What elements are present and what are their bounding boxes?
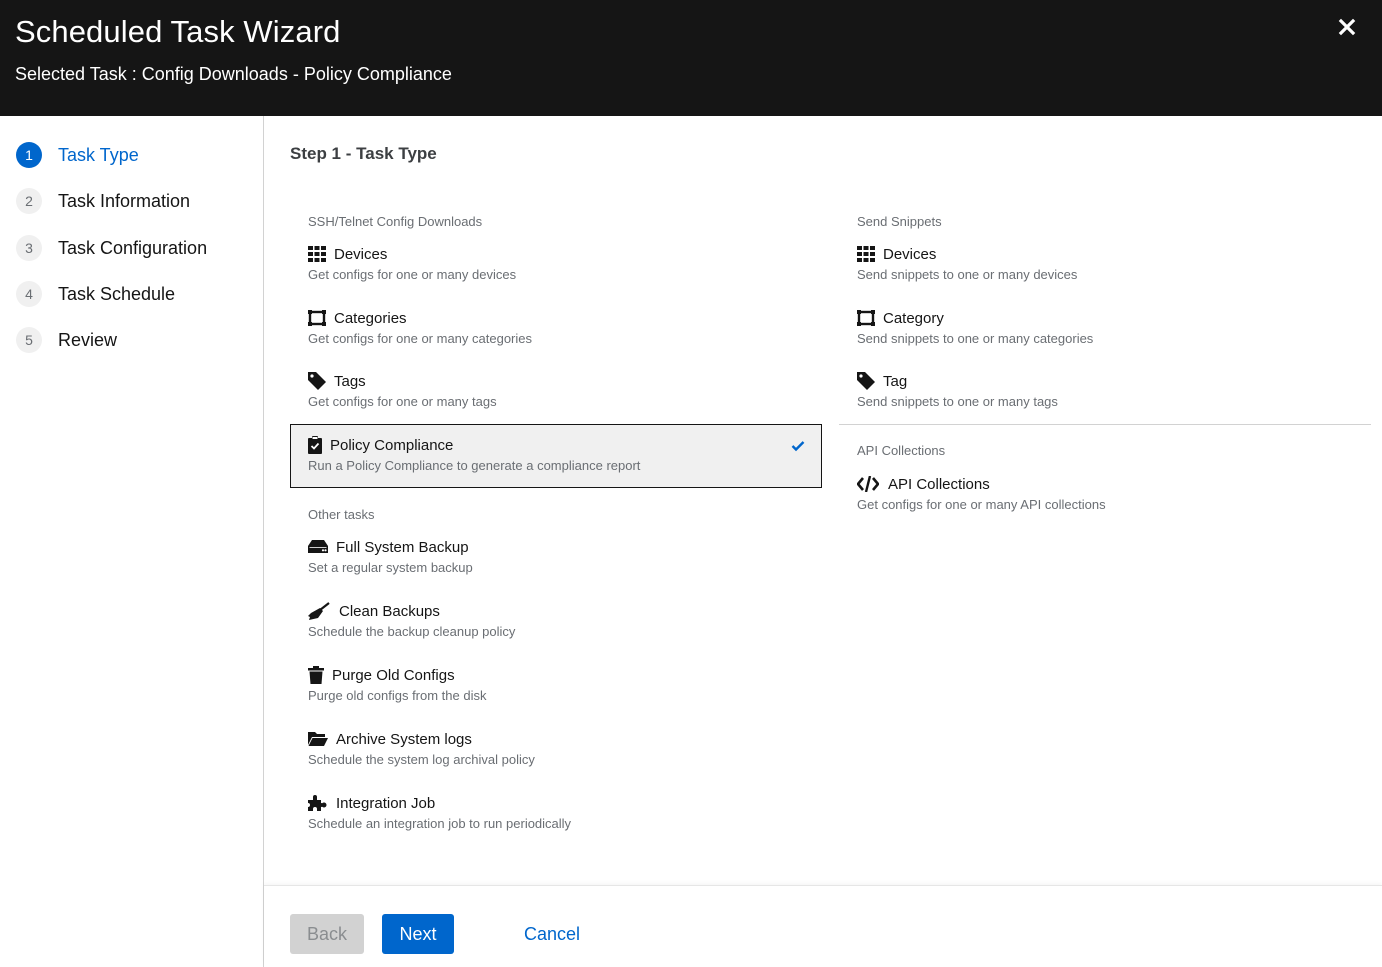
option-desc: Get configs for one or many devices — [308, 267, 517, 282]
option-title: Devices — [334, 245, 388, 263]
option-desc: Set a regular system backup — [308, 560, 473, 575]
option-title: Tags — [334, 372, 366, 390]
clipboard-check-icon — [308, 436, 322, 454]
option-title: Categories — [334, 309, 407, 327]
check-icon — [791, 439, 805, 457]
step-number: 3 — [16, 235, 42, 261]
option-title: API Collections — [888, 475, 990, 493]
cancel-button[interactable]: Cancel — [514, 914, 590, 954]
wizard-footer: Back Next Cancel — [264, 885, 1382, 967]
tag-icon — [308, 372, 326, 390]
wizard-nav: 1 Task Type 2 Task Information 3 Task Co… — [0, 116, 264, 967]
option-snippets-category[interactable]: Category Send snippets to one or many ca… — [857, 307, 1093, 346]
section-label-snippets: Send Snippets — [857, 214, 942, 229]
option-archive-system-logs[interactable]: Archive System logs Schedule the system … — [308, 728, 535, 767]
option-ssh-categories[interactable]: Categories Get configs for one or many c… — [308, 307, 532, 346]
step-number: 2 — [16, 188, 42, 214]
option-title: Purge Old Configs — [332, 666, 455, 684]
option-api-collections[interactable]: API Collections Get configs for one or m… — [857, 473, 1106, 512]
option-title: Policy Compliance — [330, 436, 454, 454]
option-snippets-devices[interactable]: Devices Send snippets to one or many dev… — [857, 243, 1077, 282]
option-integration-job[interactable]: Integration Job Schedule an integration … — [308, 792, 571, 831]
option-clean-backups[interactable]: Clean Backups Schedule the backup cleanu… — [308, 600, 515, 639]
step-label: Task Type — [58, 144, 139, 165]
step-number: 4 — [16, 281, 42, 307]
grid-icon — [857, 245, 875, 263]
step-label: Task Information — [58, 190, 191, 211]
step-label: Task Schedule — [58, 283, 176, 304]
option-snippets-tag[interactable]: Tag Send snippets to one or many tags — [857, 370, 1058, 409]
tag-icon — [857, 372, 875, 390]
section-divider — [839, 424, 1371, 425]
option-desc: Schedule the backup cleanup policy — [308, 624, 516, 639]
folder-open-icon — [308, 730, 328, 748]
categories-icon — [308, 309, 326, 327]
option-title: Tag — [883, 372, 908, 390]
option-ssh-devices[interactable]: Devices Get configs for one or many devi… — [308, 243, 516, 282]
option-policy-compliance[interactable]: Policy Compliance Run a Policy Complianc… — [290, 424, 822, 488]
step-label: Task Configuration — [58, 237, 208, 258]
nav-step-review[interactable]: 5 Review — [16, 325, 117, 355]
option-full-system-backup[interactable]: Full System Backup Set a regular system … — [308, 536, 473, 575]
option-ssh-tags[interactable]: Tags Get configs for one or many tags — [308, 370, 497, 409]
section-label-ssh: SSH/Telnet Config Downloads — [308, 214, 483, 229]
step-label: Review — [58, 329, 118, 350]
option-title: Full System Backup — [336, 538, 469, 556]
nav-step-task-type[interactable]: 1 Task Type — [16, 140, 139, 170]
puzzle-icon — [308, 794, 328, 812]
code-icon — [857, 475, 879, 493]
back-button[interactable]: Back — [290, 914, 364, 954]
hdd-icon — [308, 538, 328, 556]
option-desc: Schedule the system log archival policy — [308, 752, 535, 767]
option-title: Integration Job — [336, 794, 436, 812]
grid-icon — [308, 245, 326, 263]
wizard-title: Scheduled Task Wizard — [15, 14, 341, 49]
categories-icon — [857, 309, 875, 327]
close-icon[interactable] — [1336, 14, 1358, 38]
nav-step-task-schedule[interactable]: 4 Task Schedule — [16, 279, 175, 309]
step-number: 1 — [16, 142, 42, 168]
next-button[interactable]: Next — [382, 914, 454, 954]
option-title: Devices — [883, 245, 937, 263]
option-desc: Run a Policy Compliance to generate a co… — [308, 458, 641, 473]
option-desc: Purge old configs from the disk — [308, 688, 487, 703]
option-desc: Send snippets to one or many devices — [857, 267, 1078, 282]
section-label-api: API Collections — [857, 443, 946, 458]
option-title: Clean Backups — [339, 602, 440, 620]
option-desc: Get configs for one or many tags — [308, 394, 497, 409]
wizard-subtitle: Selected Task : Config Downloads - Polic… — [15, 64, 452, 84]
nav-step-task-configuration[interactable]: 3 Task Configuration — [16, 233, 207, 263]
option-title: Category — [883, 309, 944, 327]
option-desc: Get configs for one or many categories — [308, 331, 533, 346]
option-title: Archive System logs — [336, 730, 472, 748]
trash-icon — [308, 666, 324, 684]
wizard-header: Scheduled Task Wizard Selected Task : Co… — [0, 0, 1382, 116]
nav-step-task-information[interactable]: 2 Task Information — [16, 186, 190, 216]
section-label-other: Other tasks — [308, 507, 375, 522]
option-purge-old-configs[interactable]: Purge Old Configs Purge old configs from… — [308, 664, 486, 703]
option-desc: Send snippets to one or many categories — [857, 331, 1094, 346]
option-desc: Get configs for one or many API collecti… — [857, 497, 1106, 512]
broom-icon — [308, 602, 330, 620]
step-number: 5 — [16, 327, 42, 353]
option-desc: Schedule an integration job to run perio… — [308, 816, 572, 831]
step-title: Step 1 - Task Type — [290, 144, 437, 163]
option-desc: Send snippets to one or many tags — [857, 394, 1058, 409]
